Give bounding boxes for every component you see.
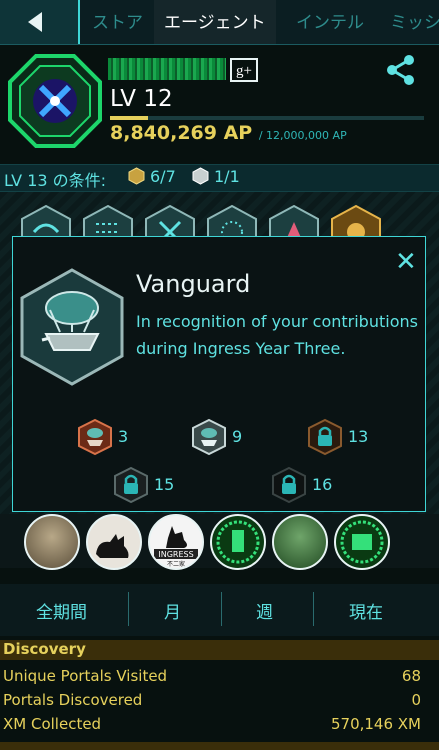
stat-value: 0: [411, 691, 421, 709]
tab-missions[interactable]: ミッシ: [390, 0, 439, 44]
mission-medal-cat[interactable]: [86, 514, 142, 570]
ap-progress-bar: [110, 116, 424, 120]
cat-icon: [96, 534, 129, 558]
tab-agent[interactable]: エージェント: [154, 0, 276, 44]
stats-section-title: Discovery: [3, 640, 86, 658]
stat-label: XM Collected: [3, 715, 102, 733]
stat-label: Unique Portals Visited: [3, 667, 168, 685]
lock-icon: [114, 466, 148, 504]
silver-badge-requirement: 1/1: [192, 167, 240, 186]
stat-value: 68: [401, 667, 421, 685]
mission-medal-green-2[interactable]: [334, 514, 390, 570]
back-arrow-icon: [28, 12, 42, 32]
next-section-header: [0, 742, 439, 750]
ap-current: 8,840,269 AP: [110, 122, 253, 144]
gold-count: 6/7: [150, 167, 176, 186]
requirements-label: LV 13 の条件:: [4, 171, 107, 190]
gold-hexagon-icon: [128, 167, 145, 185]
tier-bronze-count: 3: [118, 427, 129, 446]
green-medal-icon: [340, 520, 384, 564]
bronze-badge-icon: [78, 418, 112, 456]
period-month[interactable]: 月: [164, 598, 181, 623]
gold-badge-requirement: 6/7: [128, 167, 176, 186]
period-all-time[interactable]: 全期間: [36, 598, 87, 623]
ap-progress-fill: [110, 116, 148, 120]
period-divider: [313, 592, 314, 626]
ap-value: 8,840,269 AP / 12,000,000 AP: [110, 122, 347, 144]
ingress-medal-text: INGRESS: [158, 550, 193, 559]
mission-medal-ingress[interactable]: INGRESS 不二家: [148, 514, 204, 570]
lock-icon: [308, 418, 342, 456]
period-now[interactable]: 現在: [349, 598, 383, 623]
stat-label: Portals Discovered: [3, 691, 143, 709]
period-divider: [128, 592, 129, 626]
stat-value: 570,146 XM: [330, 715, 421, 733]
tier-gold-count: 13: [348, 427, 369, 446]
period-week[interactable]: 週: [256, 598, 273, 623]
mission-medal[interactable]: [24, 514, 80, 570]
tier-silver-count: 9: [232, 427, 243, 446]
back-button[interactable]: [0, 0, 80, 44]
tier-platinum-count: 15: [154, 475, 175, 494]
green-medal-icon: [216, 520, 260, 564]
tab-intel[interactable]: インテル: [296, 0, 364, 44]
agent-level-badge-icon[interactable]: [8, 54, 102, 148]
share-icon[interactable]: [386, 54, 416, 86]
agent-level: LV 12: [110, 86, 173, 112]
ingress-medal-icon: INGRESS 不二家: [154, 526, 198, 568]
badge-description: In recognition of your contributions dur…: [136, 312, 418, 358]
silver-badge-icon: [192, 418, 226, 456]
agent-name-redacted: [108, 58, 226, 80]
silver-count: 1/1: [214, 167, 240, 186]
ingress-medal-subtext: 不二家: [167, 560, 185, 568]
google-plus-icon[interactable]: g+: [230, 58, 258, 82]
silver-hexagon-icon: [192, 167, 209, 185]
lock-icon: [272, 466, 306, 504]
ap-max: / 12,000,000 AP: [258, 129, 347, 142]
mission-medal-green-1[interactable]: [210, 514, 266, 570]
period-divider: [221, 592, 222, 626]
tab-store[interactable]: ストア: [92, 0, 143, 44]
mission-medal-garden[interactable]: [272, 514, 328, 570]
vanguard-badge-icon: [20, 268, 124, 386]
badge-title: Vanguard: [136, 270, 251, 298]
tier-onyx-count: 16: [312, 475, 333, 494]
close-icon[interactable]: ✕: [395, 247, 417, 277]
